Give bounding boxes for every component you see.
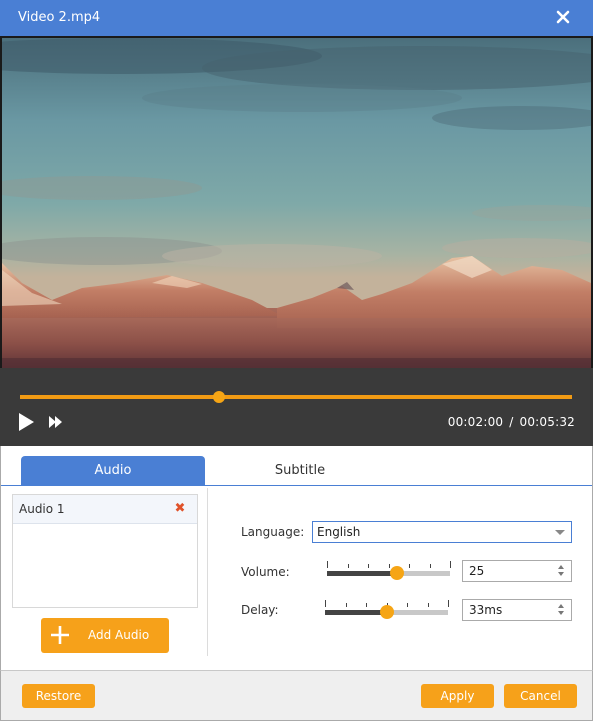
title-bar: Video 2.mp4 bbox=[0, 0, 593, 36]
slider-tick bbox=[347, 564, 349, 568]
progress-bar[interactable] bbox=[20, 391, 572, 403]
fast-forward-icon[interactable] bbox=[49, 416, 63, 428]
delay-spinbox[interactable]: 33ms bbox=[462, 599, 572, 621]
slider-tick bbox=[327, 561, 328, 568]
slider-tick bbox=[448, 600, 449, 607]
spin-arrows-icon[interactable] bbox=[558, 565, 565, 578]
timecode: 00:02:00 / 00:05:32 bbox=[448, 415, 575, 429]
volume-ticks bbox=[327, 561, 451, 568]
volume-fill bbox=[327, 571, 398, 576]
language-label: Language: bbox=[241, 525, 305, 539]
chevron-down-icon bbox=[555, 530, 565, 535]
remove-track-icon[interactable]: ✖ bbox=[173, 502, 187, 516]
apply-button[interactable]: Apply bbox=[421, 684, 494, 708]
add-audio-button[interactable]: Add Audio bbox=[41, 618, 169, 653]
slider-tick bbox=[409, 564, 410, 568]
progress-thumb[interactable] bbox=[212, 391, 225, 403]
delay-thumb[interactable] bbox=[379, 605, 394, 619]
slider-tick bbox=[388, 564, 390, 568]
slider-tick bbox=[368, 564, 369, 568]
tab-bar: Audio Subtitle bbox=[1, 456, 592, 486]
delay-fill bbox=[325, 610, 387, 615]
close-icon[interactable] bbox=[553, 7, 573, 27]
delay-label: Delay: bbox=[241, 603, 279, 617]
audio-track-item[interactable]: Audio 1 ✖ bbox=[13, 495, 197, 524]
audio-track-label: Audio 1 bbox=[19, 502, 65, 516]
restore-button[interactable]: Restore bbox=[22, 684, 95, 708]
video-frame-image bbox=[2, 38, 591, 370]
settings-panel: Audio Subtitle Audio 1 ✖ Add Audio Langu… bbox=[0, 446, 593, 670]
volume-slider[interactable] bbox=[327, 561, 451, 581]
current-time: 00:02:00 bbox=[447, 415, 504, 429]
delay-value: 33ms bbox=[469, 603, 503, 617]
volume-track bbox=[327, 571, 450, 576]
add-audio-label: Add Audio bbox=[88, 628, 150, 642]
dialog-footer: Restore Apply Cancel bbox=[0, 670, 593, 721]
slider-tick bbox=[427, 603, 429, 607]
player-controls: 00:02:00 / 00:05:32 bbox=[0, 368, 593, 446]
slider-tick bbox=[407, 603, 408, 607]
tab-audio[interactable]: Audio bbox=[21, 456, 205, 485]
play-icon[interactable] bbox=[18, 413, 36, 431]
window-title: Video 2.mp4 bbox=[18, 10, 101, 25]
total-time: 00:05:32 bbox=[519, 415, 575, 429]
plus-icon bbox=[51, 626, 69, 644]
tab-subtitle[interactable]: Subtitle bbox=[208, 456, 392, 485]
volume-thumb[interactable] bbox=[390, 566, 405, 580]
audio-track-list: Audio 1 ✖ bbox=[12, 494, 198, 608]
slider-tick bbox=[450, 561, 451, 568]
language-select[interactable]: English bbox=[312, 521, 572, 543]
time-separator: / bbox=[509, 415, 514, 429]
panel-divider bbox=[207, 488, 208, 656]
slider-tick bbox=[325, 600, 326, 607]
delay-slider[interactable] bbox=[325, 600, 449, 620]
video-preview[interactable] bbox=[0, 36, 593, 370]
volume-spinbox[interactable]: 25 bbox=[462, 560, 572, 582]
slider-tick bbox=[345, 603, 347, 607]
slider-tick bbox=[366, 603, 367, 607]
slider-tick bbox=[429, 564, 431, 568]
volume-value: 25 bbox=[469, 564, 485, 578]
language-value: English bbox=[317, 525, 361, 539]
volume-label: Volume: bbox=[241, 565, 290, 579]
cancel-button[interactable]: Cancel bbox=[504, 684, 577, 708]
spin-arrows-icon[interactable] bbox=[558, 604, 565, 617]
